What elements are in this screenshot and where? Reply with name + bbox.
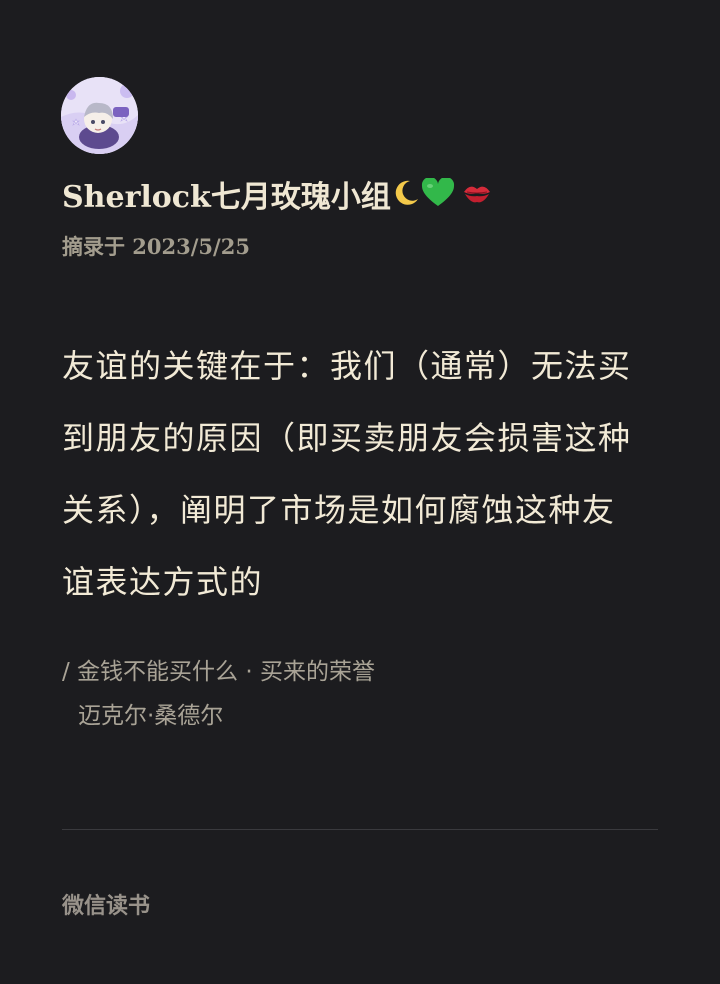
- quote-text: 友谊的关键在于：我们（通常）无法买 到朋友的原因（即买卖朋友会损害这种 关系），…: [62, 330, 662, 618]
- book-author: 迈克尔·桑德尔: [78, 703, 224, 729]
- post-author-name: Sherlock七月玫瑰小组: [62, 174, 662, 222]
- quote-line: 到朋友的原因（即买卖朋友会损害这种: [62, 419, 632, 457]
- divider: [62, 829, 658, 830]
- kiss-mark-icon: [461, 175, 493, 223]
- quote-line: 关系），阐明了市场是如何腐蚀这种友: [62, 491, 616, 529]
- quote-line: 友谊的关键在于：我们（通常）无法买: [62, 347, 632, 385]
- excerpt-date: 摘录于 2023/5/25: [62, 234, 250, 259]
- author-name-text: Sherlock七月玫瑰小组: [62, 180, 391, 215]
- book-title-line[interactable]: / 金钱不能买什么 · 买来的荣誉: [62, 650, 662, 694]
- avatar[interactable]: [61, 77, 138, 154]
- avatar-image: [61, 77, 138, 154]
- crescent-moon-icon: [391, 175, 421, 223]
- quote-line: 谊表达方式的: [62, 563, 264, 601]
- quote-source: / 金钱不能买什么 · 买来的荣誉 迈克尔·桑德尔: [62, 650, 662, 738]
- app-name-footer: 微信读书: [62, 894, 151, 919]
- green-heart-icon: [421, 175, 455, 223]
